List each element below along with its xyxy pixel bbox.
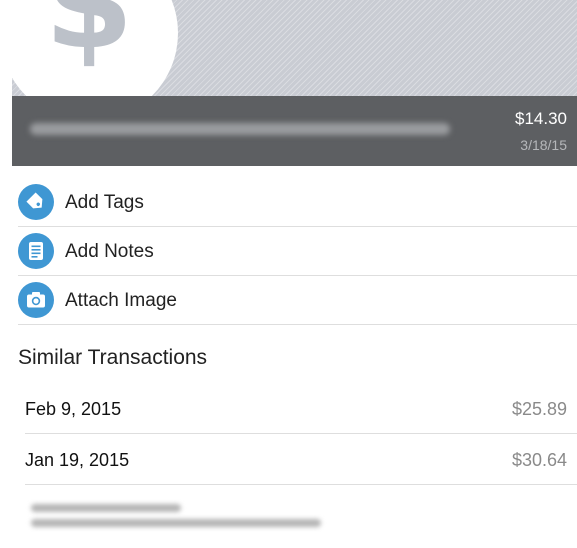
- similar-transaction-date: Feb 9, 2015: [25, 399, 122, 419]
- divider: [18, 324, 577, 325]
- divider: [25, 484, 577, 485]
- merchant-name-redacted: [30, 123, 450, 135]
- transaction-header: $ $14.30 3/18/15: [12, 0, 577, 166]
- add-notes-label: Add Notes: [65, 241, 154, 262]
- add-tags-label: Add Tags: [65, 192, 144, 213]
- camera-icon: [18, 282, 54, 318]
- notes-icon: [18, 233, 54, 269]
- similar-transaction-date: Jan 19, 2015: [25, 450, 130, 470]
- transaction-summary-bar: $14.30 3/18/15: [12, 96, 577, 166]
- add-notes-button[interactable]: Add Notes: [18, 227, 577, 276]
- similar-transaction-amount: $30.64: [511, 450, 567, 470]
- transaction-amount: $14.30: [515, 109, 567, 128]
- similar-transaction-row[interactable]: Jan 19, 2015 $30.64: [25, 435, 577, 485]
- attach-image-label: Attach Image: [65, 290, 177, 311]
- redacted-text: [31, 504, 181, 512]
- similar-transaction-amount: $25.89: [511, 399, 567, 419]
- similar-transaction-row-redacted[interactable]: [25, 486, 577, 548]
- similar-transactions-heading: Similar Transactions: [18, 346, 208, 369]
- dollar-sign-icon: $: [44, 0, 134, 78]
- tag-icon: [18, 184, 54, 220]
- transaction-date: 3/18/15: [520, 137, 567, 153]
- redacted-text: [31, 519, 321, 527]
- divider: [25, 433, 577, 434]
- similar-transaction-row[interactable]: Feb 9, 2015 $25.89: [25, 384, 577, 434]
- transaction-detail-panel: $ $14.30 3/18/15 Add Tags Add Notes Atta…: [0, 0, 577, 548]
- attach-image-button[interactable]: Attach Image: [18, 276, 577, 325]
- add-tags-button[interactable]: Add Tags: [18, 178, 577, 227]
